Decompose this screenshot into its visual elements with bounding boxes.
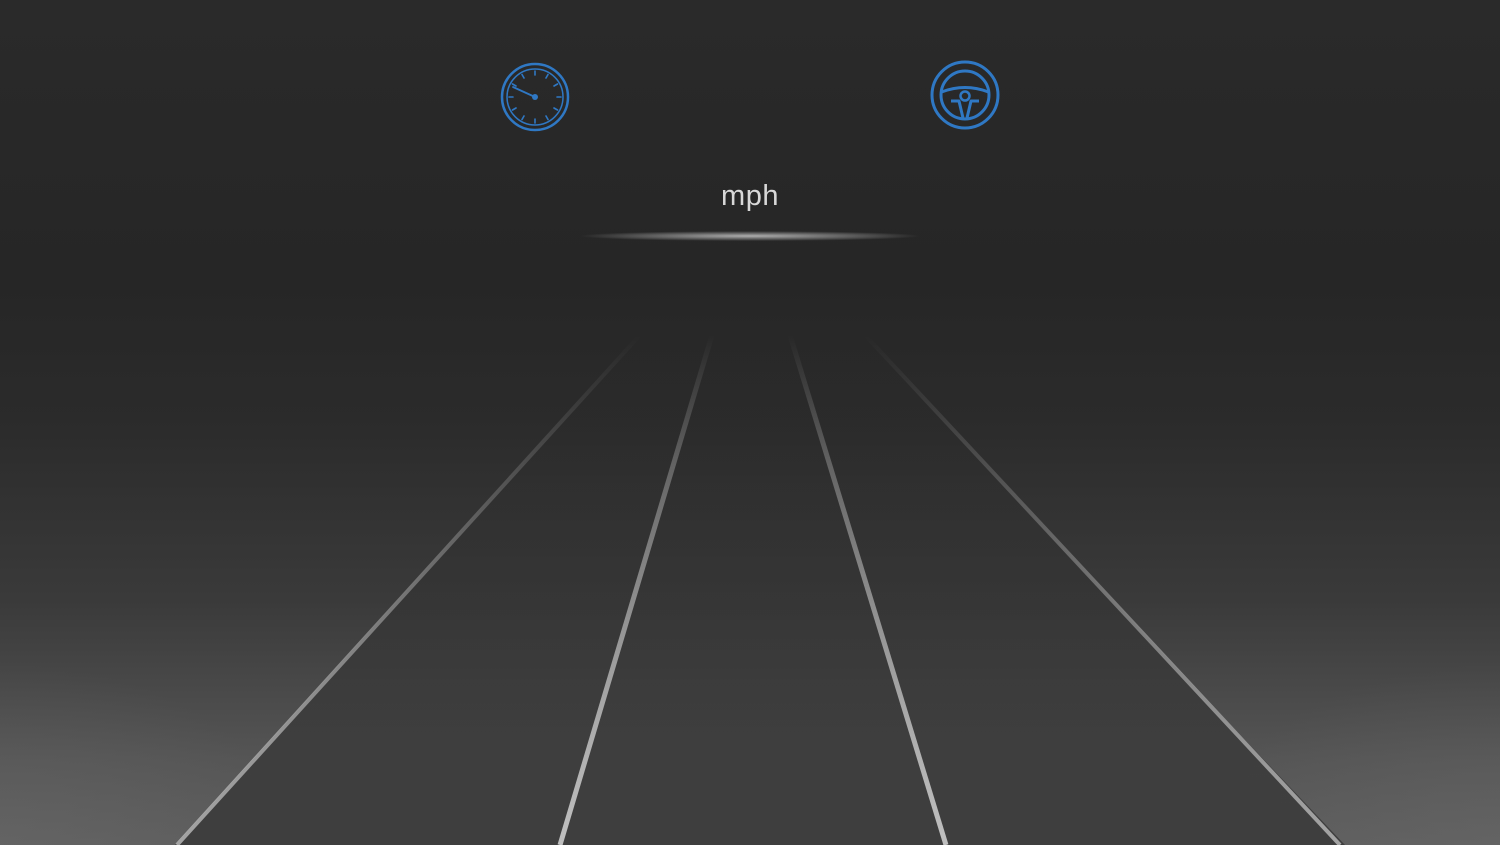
road-surface: [175, 335, 1345, 845]
speedometer-icon: [499, 61, 571, 133]
road-lanes: [175, 333, 1345, 845]
speed-underline-glow: [580, 231, 920, 241]
steering-wheel-icon: [929, 59, 1001, 131]
speed-unit-label: mph: [721, 180, 779, 212]
driver-display: mph: [0, 0, 1500, 845]
